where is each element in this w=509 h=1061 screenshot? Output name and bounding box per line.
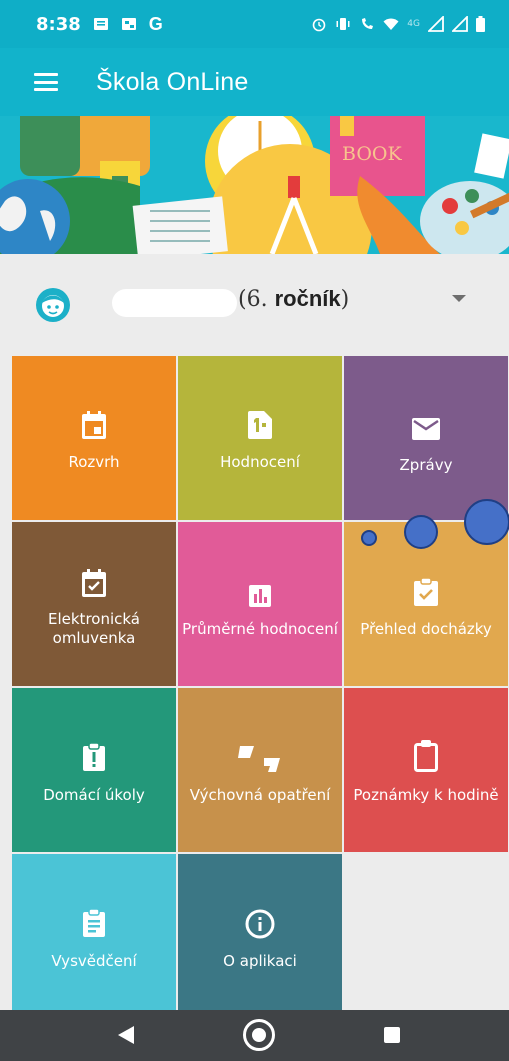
- message-icon: [93, 18, 108, 30]
- tile-label: Výchovná opatření: [189, 786, 331, 804]
- tile-label: Elektronická omluvenka: [48, 610, 140, 647]
- student-selector[interactable]: (6. ročník): [0, 254, 509, 356]
- tile-label: Rozvrh: [68, 453, 120, 471]
- wifi-calling-icon: [362, 18, 374, 29]
- envelope-icon: [412, 418, 440, 440]
- tile-hodnoceni[interactable]: Hodnocení: [178, 356, 342, 520]
- signal-icon: [452, 16, 468, 32]
- wifi-icon: [383, 18, 399, 30]
- calendar-check-icon: [82, 569, 106, 597]
- tile-omluvenka[interactable]: Elektronická omluvenka: [12, 522, 176, 686]
- vibrate-icon: [336, 18, 350, 30]
- battery-icon: [476, 16, 485, 32]
- bar-chart-icon: [249, 585, 271, 607]
- student-grade: (6. ročník): [238, 286, 350, 312]
- grade-one-icon: [248, 411, 272, 439]
- tile-label: Přehled docházky: [360, 620, 492, 638]
- status-time: 8:38: [36, 13, 81, 35]
- redacted-student-name: [112, 289, 237, 317]
- calendar-icon: [82, 411, 106, 439]
- back-icon[interactable]: [118, 1026, 134, 1044]
- child-face-icon: [36, 288, 70, 322]
- google-icon: G: [148, 13, 163, 34]
- clipboard-check-icon: [414, 578, 438, 606]
- tile-o-aplikaci[interactable]: O aplikaci: [178, 854, 342, 1010]
- info-icon: [245, 909, 275, 939]
- sim-icon: [121, 18, 136, 30]
- tile-zpravy[interactable]: Zprávy: [344, 356, 508, 520]
- clipboard-outline-icon: [414, 740, 438, 772]
- bubble-overlay: [361, 530, 377, 546]
- app-bar: Škola OnLine: [0, 48, 509, 116]
- tile-label: Vysvědčení: [51, 952, 137, 970]
- bubble-overlay: [464, 499, 509, 545]
- system-nav-bar: [0, 1010, 509, 1061]
- network-label: 4G: [407, 19, 420, 29]
- tile-poznamky-k-hodine[interactable]: Poznámky k hodině: [344, 688, 508, 852]
- home-icon[interactable]: [243, 1019, 275, 1051]
- tile-label: Zprávy: [399, 456, 453, 474]
- tile-label: Domácí úkoly: [43, 786, 145, 804]
- tile-vychovna-opatreni[interactable]: Výchovná opatření: [178, 688, 342, 852]
- hamburger-menu-icon[interactable]: [34, 73, 58, 91]
- tile-vysvedceni[interactable]: Vysvědčení: [12, 854, 176, 1010]
- signal-icon: [428, 16, 444, 32]
- clipboard-text-icon: [83, 909, 105, 937]
- tile-label: O aplikaci: [223, 952, 297, 970]
- tile-rozvrh[interactable]: Rozvrh: [12, 356, 176, 520]
- banner-book-text: BOOK: [342, 143, 402, 165]
- quote-icon: [238, 746, 280, 772]
- status-bar: 8:38 G 4G: [0, 0, 509, 48]
- tile-label: Hodnocení: [220, 453, 300, 471]
- dropdown-arrow-icon[interactable]: [452, 295, 466, 302]
- tile-label: Poznámky k hodině: [353, 786, 499, 804]
- tile-label: Průměrné hodnocení: [182, 620, 338, 638]
- alarm-icon: [312, 18, 326, 32]
- bubble-overlay: [404, 515, 438, 549]
- recents-icon[interactable]: [384, 1027, 400, 1043]
- header-banner: BOOK: [0, 116, 509, 254]
- clipboard-alert-icon: [83, 743, 105, 771]
- app-title: Škola OnLine: [96, 67, 249, 96]
- tile-prumerne-hodnoceni[interactable]: Průměrné hodnocení: [178, 522, 342, 686]
- tile-domaci-ukoly[interactable]: Domácí úkoly: [12, 688, 176, 852]
